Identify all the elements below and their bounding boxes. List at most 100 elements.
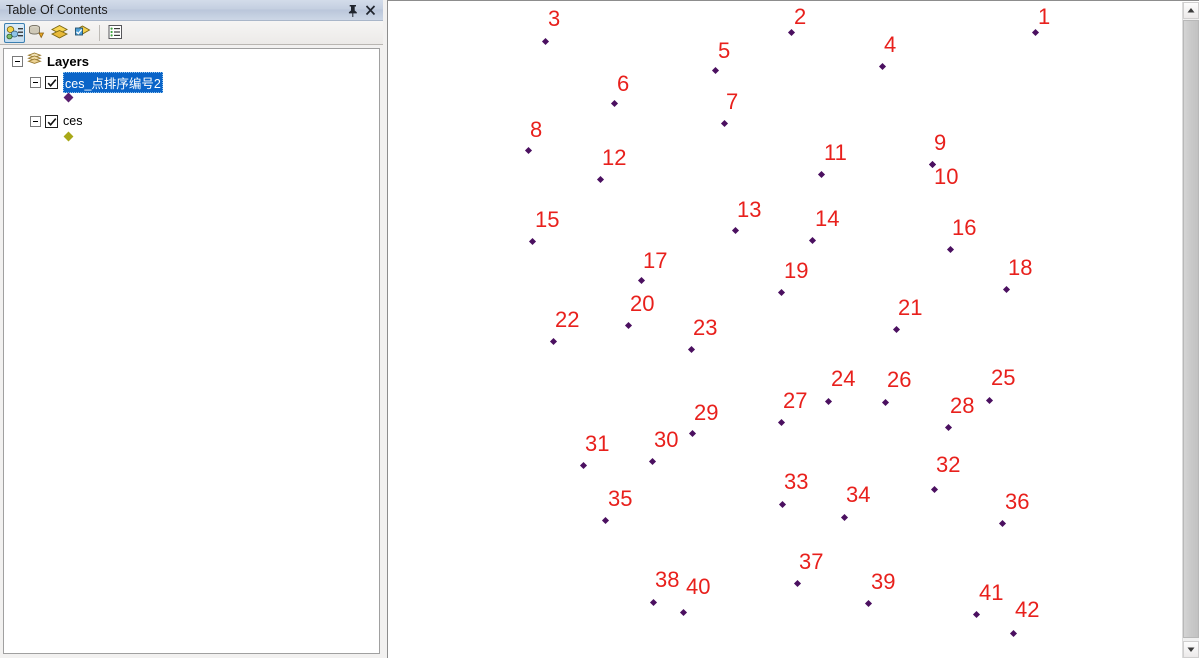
map-canvas[interactable]: 1 2 3 4 5 6 7 8 9 10 11 12 13 14 15 16 17 18 19 20 21 22 23 24 2… (388, 2, 1177, 658)
map-point-dot[interactable] (1031, 28, 1040, 37)
expander-layer-1[interactable] (30, 115, 41, 127)
map-point-dot[interactable] (649, 598, 658, 607)
map-point-dot[interactable] (648, 457, 657, 466)
list-by-selection-icon[interactable] (73, 23, 94, 43)
map-point-dot[interactable] (528, 237, 537, 246)
table-of-contents-panel: Table Of Contents Layers ces_点排序编号2 ces (0, 0, 383, 658)
map-point-label: 32 (936, 452, 961, 477)
map-point-dot[interactable] (892, 325, 901, 334)
map-point-label: 39 (871, 569, 896, 594)
map-point-dot[interactable] (946, 245, 955, 254)
map-point-dot[interactable] (777, 288, 786, 297)
map-point-dot[interactable] (864, 599, 873, 608)
map-point-label: 12 (602, 145, 627, 170)
toolbar-separator (99, 25, 100, 41)
tree-label-layer-0: ces_点排序编号2 (63, 71, 163, 93)
map-point-dot[interactable] (778, 500, 787, 509)
map-point-dot[interactable] (1009, 629, 1018, 638)
scrollbar-thumb[interactable] (1183, 20, 1199, 638)
map-vertical-scrollbar[interactable] (1182, 2, 1199, 658)
options-icon[interactable] (106, 23, 127, 43)
map-point-dot[interactable] (549, 337, 558, 346)
map-point-label: 37 (799, 549, 824, 574)
map-point-label: 40 (686, 574, 711, 599)
map-point-dot[interactable] (637, 276, 646, 285)
map-point-label: 31 (585, 431, 610, 456)
map-point-label: 4 (884, 32, 897, 57)
map-point-dot[interactable] (711, 66, 720, 75)
map-point-label: 1 (1038, 4, 1051, 29)
map-point-label: 33 (784, 469, 809, 494)
map-point-dot[interactable] (541, 37, 550, 46)
map-point-label: 34 (846, 482, 871, 507)
tree-node-layers[interactable]: Layers (12, 52, 89, 70)
map-point-dot[interactable] (808, 236, 817, 245)
map-point-dot[interactable] (579, 461, 588, 470)
toc-title: Table Of Contents (6, 3, 108, 17)
map-point-dot[interactable] (624, 321, 633, 330)
expander-layer-0[interactable] (30, 76, 41, 88)
tree-node-layer-0[interactable]: ces_点排序编号2 (30, 71, 163, 93)
expander-layers[interactable] (12, 55, 23, 67)
map-point-label: 19 (784, 258, 809, 283)
map-point-dot[interactable] (878, 62, 887, 71)
map-point-dot[interactable] (930, 485, 939, 494)
map-point-dot[interactable] (687, 345, 696, 354)
map-point-label: 42 (1015, 597, 1040, 622)
map-point-label: 16 (952, 215, 977, 240)
chevron-down-icon[interactable] (1183, 641, 1199, 658)
map-point-dot[interactable] (824, 397, 833, 406)
checkbox-layer-1[interactable] (45, 114, 58, 128)
map-point-label: 15 (535, 207, 560, 232)
map-point-dot[interactable] (840, 513, 849, 522)
list-by-source-icon[interactable] (27, 23, 48, 43)
map-point-label: 41 (979, 580, 1004, 605)
map-point-label: 5 (718, 38, 731, 63)
map-point-dot[interactable] (787, 28, 796, 37)
map-point-dot[interactable] (601, 516, 610, 525)
tree-label-layers: Layers (47, 53, 89, 69)
map-point-dot[interactable] (777, 418, 786, 427)
map-point-label: 13 (737, 197, 762, 222)
list-by-visibility-icon[interactable] (50, 23, 71, 43)
map-point-dot[interactable] (944, 423, 953, 432)
layer-symbol-0 (63, 92, 74, 103)
map-point-dot[interactable] (720, 119, 729, 128)
map-point-dot[interactable] (817, 170, 826, 179)
map-point-dot[interactable] (688, 429, 697, 438)
map-point-dot[interactable] (985, 396, 994, 405)
map-point-dot[interactable] (524, 146, 533, 155)
map-point-label: 23 (693, 315, 718, 340)
map-point-dot[interactable] (998, 519, 1007, 528)
list-by-drawing-order-icon[interactable] (4, 23, 25, 43)
layer-symbol-1 (63, 131, 74, 142)
map-point-label: 24 (831, 366, 856, 391)
point-symbol-olive (63, 131, 74, 142)
map-point-dot[interactable] (793, 579, 802, 588)
map-point-label: 35 (608, 486, 633, 511)
map-data-frame: 1 2 3 4 5 6 7 8 9 10 11 12 13 14 15 16 17 18 19 20 21 22 23 24 2… (387, 0, 1199, 658)
map-point-dot[interactable] (1002, 285, 1011, 294)
checkbox-layer-0[interactable] (45, 75, 58, 89)
map-point-label: 6 (617, 71, 630, 96)
map-point-label: 36 (1005, 489, 1030, 514)
map-point-label: 38 (655, 567, 680, 592)
point-symbol-purple (63, 92, 74, 103)
map-point-label: 11 (824, 140, 847, 165)
close-icon[interactable] (362, 2, 379, 19)
map-point-dot[interactable] (731, 226, 740, 235)
map-point-dot[interactable] (679, 608, 688, 617)
map-point-dot[interactable] (972, 610, 981, 619)
chevron-up-icon[interactable] (1183, 2, 1199, 19)
tree-node-layer-1[interactable]: ces (30, 112, 82, 130)
toc-toolbar (0, 21, 383, 45)
tree-label-layer-1: ces (63, 114, 83, 128)
map-point-dot[interactable] (596, 175, 605, 184)
map-point-label: 10 (934, 164, 959, 189)
map-point-label: 28 (950, 393, 975, 418)
toc-title-bar: Table Of Contents (0, 0, 383, 21)
pin-icon[interactable] (344, 2, 361, 19)
map-point-dot[interactable] (610, 99, 619, 108)
toc-tree: Layers ces_点排序编号2 ces (3, 48, 380, 654)
map-point-dot[interactable] (881, 398, 890, 407)
